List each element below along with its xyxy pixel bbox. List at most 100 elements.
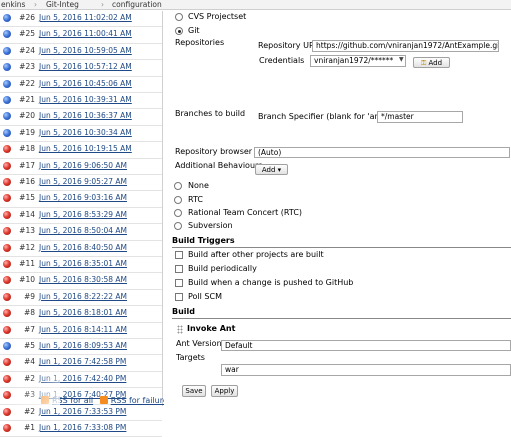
build-history-row[interactable]: #20 Jun 5, 2016 10:36:37 AM (0, 109, 162, 126)
build-number: #16 (19, 177, 35, 186)
build-date-link[interactable]: Jun 5, 2016 11:00:41 AM (39, 29, 132, 38)
build-history-row[interactable]: #25 Jun 5, 2016 11:00:41 AM (0, 27, 162, 44)
build-date-link[interactable]: Jun 5, 2016 10:57:12 AM (39, 62, 132, 71)
repositories-label: Repositories (175, 38, 225, 47)
build-history-row[interactable]: #15 Jun 5, 2016 9:03:16 AM (0, 191, 162, 208)
trigger-checkbox-poll-scm[interactable] (175, 293, 183, 301)
build-number: #5 (23, 341, 35, 350)
section-divider (172, 318, 511, 319)
build-failed-status-icon (3, 358, 11, 367)
apply-button[interactable]: Apply (211, 385, 238, 397)
build-history-row[interactable]: #23 Jun 5, 2016 10:57:12 AM (0, 60, 162, 77)
chevron-down-icon: ▼ (399, 56, 404, 63)
build-history-row[interactable]: #17 Jun 5, 2016 9:06:50 AM (0, 159, 162, 175)
drag-handle-icon[interactable] (177, 325, 183, 334)
scm-option-label: CVS Projectset (188, 12, 247, 21)
additional-behaviours-add-button[interactable]: Add ▾ (255, 164, 288, 175)
scm-radio-subversion[interactable] (174, 222, 182, 230)
build-history-row[interactable]: #11 Jun 5, 2016 8:35:01 AM (0, 257, 162, 274)
rss-links: RSS for all RSS for failures (41, 396, 176, 405)
scm-radio-rational-team-concert[interactable] (174, 209, 182, 217)
build-date-link[interactable]: Jun 5, 2016 8:09:53 AM (39, 341, 127, 350)
scm-radio-git[interactable] (175, 27, 183, 35)
build-date-link[interactable]: Jun 5, 2016 8:53:29 AM (39, 210, 127, 219)
build-history-row[interactable]: #12 Jun 5, 2016 8:40:50 AM (0, 241, 162, 257)
build-date-link[interactable]: Jun 5, 2016 9:06:50 AM (39, 161, 127, 170)
breadcrumb-item-configuration[interactable]: configuration (112, 0, 162, 10)
build-date-link[interactable]: Jun 5, 2016 8:35:01 AM (39, 259, 127, 268)
build-history-row[interactable]: #19 Jun 5, 2016 10:30:34 AM (0, 126, 162, 143)
build-date-link[interactable]: Jun 5, 2016 8:18:01 AM (39, 308, 127, 317)
build-failed-status-icon (3, 161, 11, 170)
build-date-link[interactable]: Jun 5, 2016 10:39:31 AM (39, 95, 132, 104)
build-date-link[interactable]: Jun 5, 2016 8:14:11 AM (39, 325, 127, 334)
build-history-row[interactable]: #8 Jun 5, 2016 8:18:01 AM (0, 306, 162, 323)
credentials-select[interactable]: vniranjan1972/****** (310, 55, 406, 67)
build-number: #17 (19, 160, 35, 170)
build-date-link[interactable]: Jun 1, 2016 7:33:53 PM (39, 407, 126, 416)
branch-specifier-input[interactable]: */master (377, 111, 463, 123)
ant-version-label: Ant Version (176, 339, 222, 348)
trigger-option-label: Poll SCM (188, 292, 222, 301)
build-date-link[interactable]: Jun 5, 2016 11:02:02 AM (39, 13, 132, 22)
build-history-row[interactable]: #14 Jun 5, 2016 8:53:29 AM (0, 208, 162, 225)
breadcrumb: enkins › Git-Integ › configuration (0, 0, 511, 10)
build-history-row[interactable]: #13 Jun 5, 2016 8:50:04 AM (0, 224, 162, 241)
trigger-checkbox-github-push[interactable] (175, 279, 183, 287)
build-history-row[interactable]: #18 Jun 5, 2016 10:19:15 AM (0, 142, 162, 159)
breadcrumb-separator: › (101, 0, 104, 9)
build-history-row[interactable]: #22 Jun 5, 2016 10:45:06 AM (0, 77, 162, 93)
build-date-link[interactable]: Jun 5, 2016 8:30:58 AM (39, 275, 127, 284)
build-number: #25 (19, 29, 35, 39)
build-history-row[interactable]: #10 Jun 5, 2016 8:30:58 AM (0, 273, 162, 290)
build-success-status-icon (3, 14, 11, 22)
additional-behaviours-label: Additional Behaviours (175, 161, 263, 170)
build-date-link[interactable]: Jun 5, 2016 10:19:15 AM (39, 144, 132, 153)
build-history-row[interactable]: #24 Jun 5, 2016 10:59:05 AM (0, 44, 162, 61)
build-history-row[interactable]: #9 Jun 5, 2016 8:22:22 AM (0, 290, 162, 307)
build-history-row[interactable]: #5 Jun 5, 2016 8:09:53 AM (0, 339, 162, 356)
build-date-link[interactable]: Jun 5, 2016 8:40:50 AM (39, 243, 127, 252)
build-date-link[interactable]: Jun 5, 2016 10:30:34 AM (39, 128, 132, 137)
build-history-row[interactable]: #1 Jun 1, 2016 7:33:08 PM (0, 421, 162, 437)
credentials-label: Credentials (259, 56, 305, 65)
rss-failures-link[interactable]: RSS for failures (111, 396, 172, 405)
build-history-row[interactable]: #7 Jun 5, 2016 8:14:11 AM (0, 323, 162, 339)
build-success-status-icon (3, 96, 11, 104)
breadcrumb-item-jenkins[interactable]: enkins (1, 0, 25, 10)
build-history-row[interactable]: #26 Jun 5, 2016 11:02:02 AM (0, 11, 162, 28)
build-date-link[interactable]: Jun 5, 2016 8:22:22 AM (39, 292, 127, 301)
trigger-option-label: Build after other projects are built (188, 250, 324, 259)
build-history-panel: #26 Jun 5, 2016 11:02:02 AM #25 Jun 5, 2016… (0, 11, 163, 437)
targets-input[interactable]: war (221, 364, 511, 376)
build-date-link[interactable]: Jun 5, 2016 9:03:16 AM (39, 193, 127, 202)
build-date-link[interactable]: Jun 5, 2016 10:45:06 AM (39, 79, 132, 88)
build-number: #1 (23, 423, 35, 432)
build-history-row[interactable]: #21 Jun 5, 2016 10:39:31 AM (0, 93, 162, 110)
build-number: #18 (19, 144, 35, 154)
breadcrumb-item-job[interactable]: Git-Integ (46, 0, 79, 10)
repository-browser-select[interactable]: (Auto) (254, 147, 510, 158)
trigger-checkbox-periodically[interactable] (175, 265, 183, 273)
credentials-add-button[interactable]: ⚿ Add (413, 57, 450, 68)
build-history-row[interactable]: #2 Jun 1, 2016 7:33:53 PM (0, 405, 162, 421)
build-date-link[interactable]: Jun 5, 2016 9:05:27 AM (39, 177, 127, 186)
breadcrumb-separator: › (34, 0, 37, 9)
trigger-checkbox-after-other-projects[interactable] (175, 251, 183, 259)
scm-radio-none[interactable] (174, 182, 182, 190)
build-date-link[interactable]: Jun 1, 2016 7:33:08 PM (39, 423, 126, 432)
scm-radio-cvs-projectset[interactable] (175, 13, 183, 21)
scm-option-label: Git (188, 26, 200, 35)
build-date-link[interactable]: Jun 5, 2016 10:59:05 AM (39, 46, 132, 55)
build-number: #10 (19, 275, 35, 285)
scm-option-label: Rational Team Concert (RTC) (188, 208, 303, 217)
build-history-row[interactable]: #16 Jun 5, 2016 9:05:27 AM (0, 175, 162, 192)
scm-radio-rtc[interactable] (174, 196, 182, 204)
save-button[interactable]: Save (182, 385, 206, 397)
build-date-link[interactable]: Jun 5, 2016 8:50:04 AM (39, 226, 127, 235)
build-number: #2 (23, 406, 35, 416)
repository-url-input[interactable]: https://github.com/vniranjan1972/AntExam… (312, 40, 499, 52)
build-date-link[interactable]: Jun 1, 2016 7:42:58 PM (39, 357, 126, 366)
ant-version-select[interactable]: Default (221, 340, 511, 351)
build-date-link[interactable]: Jun 5, 2016 10:36:37 AM (39, 111, 132, 120)
